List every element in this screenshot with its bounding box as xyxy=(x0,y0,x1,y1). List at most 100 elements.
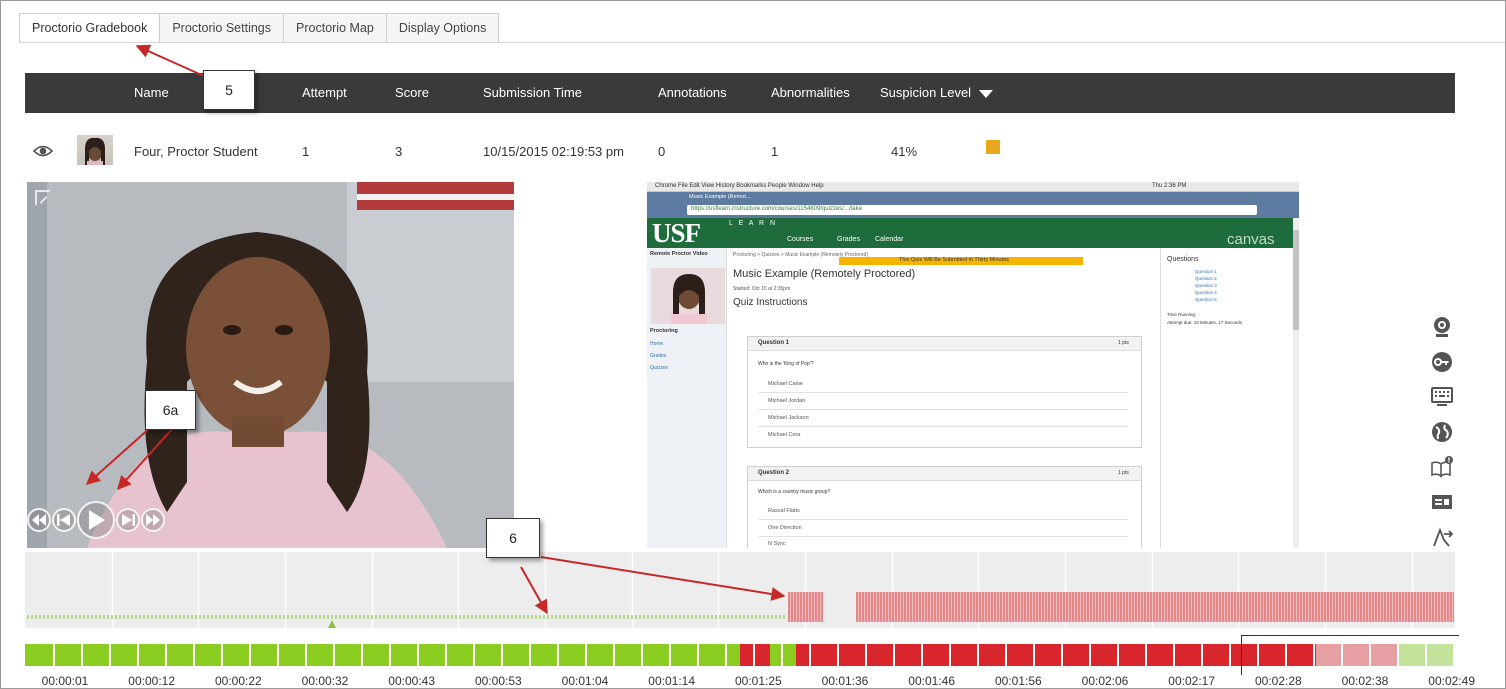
status-separator xyxy=(109,644,111,666)
question-link-5[interactable]: Question 5 xyxy=(1195,297,1217,302)
keyboard-icon[interactable] xyxy=(1431,386,1453,408)
status-segment-normal[interactable] xyxy=(25,644,740,666)
status-separator xyxy=(501,644,503,666)
header-score[interactable]: Score xyxy=(395,85,429,100)
time-label: 00:01:25 xyxy=(734,674,782,688)
eye-icon[interactable] xyxy=(33,143,53,159)
time-label: 00:02:49 xyxy=(1428,674,1476,688)
tab-display-options[interactable]: Display Options xyxy=(386,13,500,43)
screen-capture[interactable]: Chrome File Edit View History Bookmarks … xyxy=(647,182,1299,548)
breadcrumb: Proctoring > Quizzes > Music Example (Re… xyxy=(733,252,869,258)
nav-courses: Courses xyxy=(787,236,814,243)
abnormality-segment[interactable] xyxy=(788,592,823,622)
globe-icon[interactable] xyxy=(1431,421,1453,443)
time-label: 00:01:46 xyxy=(908,674,956,688)
question-1-option-d[interactable]: Michael Cera xyxy=(768,432,800,438)
tab-bar: Proctorio Gradebook Proctorio Settings P… xyxy=(19,13,500,43)
time-label: 00:01:56 xyxy=(994,674,1042,688)
tab-proctorio-settings[interactable]: Proctorio Settings xyxy=(160,13,285,43)
question-link-1[interactable]: Question 1 xyxy=(1195,269,1217,274)
status-separator xyxy=(165,644,167,666)
status-segment-flagged[interactable] xyxy=(796,644,1317,666)
time-label: 00:02:17 xyxy=(1168,674,1216,688)
header-submission-time[interactable]: Submission Time xyxy=(483,85,582,100)
question-2-prompt: Which is a country music group? xyxy=(758,489,831,495)
header-name[interactable]: Name xyxy=(134,85,169,100)
side-nav-home: Home xyxy=(650,341,664,347)
question-2-option-c[interactable]: N Sync xyxy=(768,541,786,547)
status-separator xyxy=(277,644,279,666)
cell-name[interactable]: Four, Proctor Student xyxy=(134,144,258,159)
status-separator xyxy=(137,644,139,666)
webcam-icon[interactable] xyxy=(1431,316,1453,338)
status-separator xyxy=(473,644,475,666)
question-2-option-b[interactable]: One Direction xyxy=(768,525,802,531)
play-icon[interactable] xyxy=(77,501,115,539)
question-link-3[interactable]: Question 3 xyxy=(1195,283,1217,288)
time-label: 00:01:04 xyxy=(561,674,609,688)
time-label: 00:02:38 xyxy=(1341,674,1389,688)
book-alert-icon[interactable] xyxy=(1431,456,1453,478)
time-label: 00:00:43 xyxy=(388,674,436,688)
event-timeline[interactable] xyxy=(25,552,1455,628)
abnormality-segment[interactable] xyxy=(856,592,1454,622)
question-link-2[interactable]: Question 2 xyxy=(1195,276,1217,281)
callout-5: 5 xyxy=(203,70,255,110)
step-back-icon[interactable] xyxy=(52,508,76,532)
question-1-option-b[interactable]: Michael Jordan xyxy=(768,398,805,404)
video-player-controls xyxy=(27,500,165,540)
time-label: 00:01:14 xyxy=(648,674,696,688)
viewing-window[interactable] xyxy=(1241,635,1459,675)
question-1-option-a[interactable]: Michael Caine xyxy=(768,381,803,387)
usf-learn-sub: L E A R N xyxy=(729,220,778,227)
status-separator xyxy=(865,644,867,666)
status-separator xyxy=(641,644,643,666)
questions-panel: Questions Question 1 Question 2 Question… xyxy=(1160,248,1293,548)
browser-address-bar: https://usflearn.instructure.com/courses… xyxy=(687,205,1257,215)
id-card-icon[interactable] xyxy=(1431,491,1453,513)
mac-menu-text: Chrome File Edit View History Bookmarks … xyxy=(655,183,824,189)
time-label: 00:02:06 xyxy=(1081,674,1129,688)
exit-icon[interactable] xyxy=(1431,526,1453,548)
side-nav-grades: Grades xyxy=(650,353,667,359)
tab-proctorio-gradebook[interactable]: Proctorio Gradebook xyxy=(19,13,161,43)
status-separator xyxy=(1117,644,1119,666)
timeline-marker[interactable] xyxy=(328,620,336,628)
header-attempt[interactable]: Attempt xyxy=(302,85,347,100)
question-1-option-c[interactable]: Michael Jackson xyxy=(768,415,809,421)
browser-tab-title: Music Example (Remot... xyxy=(689,194,751,200)
question-2-title: Question 2 xyxy=(758,470,790,476)
table-row[interactable]: Four, Proctor Student 1 3 10/15/2015 02:… xyxy=(25,131,1455,171)
cell-suspicion-level: 41% xyxy=(891,144,918,159)
question-link-4[interactable]: Question 4 xyxy=(1195,290,1217,295)
time-elapsed: Attempt due: 10 Minutes, 17 Seconds xyxy=(1167,320,1243,325)
skip-back-icon[interactable] xyxy=(27,508,51,532)
time-running-label: Time Running: xyxy=(1167,312,1197,317)
cell-annotations: 0 xyxy=(658,144,666,159)
expand-icon[interactable] xyxy=(35,190,51,206)
usf-logo: USF xyxy=(652,218,701,248)
key-icon[interactable] xyxy=(1431,351,1453,373)
webcam-video[interactable] xyxy=(27,182,514,548)
browser-chrome: Music Example (Remot... https://usflearn… xyxy=(647,192,1299,218)
status-separator xyxy=(81,644,83,666)
status-segment-normal[interactable] xyxy=(770,644,797,666)
status-separator xyxy=(1033,644,1035,666)
status-separator xyxy=(697,644,699,666)
question-1-points: 1 pts xyxy=(1118,340,1129,346)
status-separator xyxy=(809,644,811,666)
status-separator xyxy=(333,644,335,666)
status-segment-flagged[interactable] xyxy=(740,644,771,666)
suspicion-flag xyxy=(986,140,1000,154)
header-abnormalities[interactable]: Abnormalities xyxy=(771,85,850,100)
status-separator xyxy=(249,644,251,666)
question-2-option-a[interactable]: Rascal Flatts xyxy=(768,508,800,514)
status-separator xyxy=(417,644,419,666)
skip-forward-icon[interactable] xyxy=(141,508,165,532)
status-separator xyxy=(557,644,559,666)
header-suspicion-level[interactable]: Suspicion Level xyxy=(880,85,994,100)
header-annotations[interactable]: Annotations xyxy=(658,85,727,100)
step-forward-icon[interactable] xyxy=(116,508,140,532)
quiz-instructions: Quiz Instructions xyxy=(733,297,808,308)
tab-proctorio-map[interactable]: Proctorio Map xyxy=(284,13,387,43)
